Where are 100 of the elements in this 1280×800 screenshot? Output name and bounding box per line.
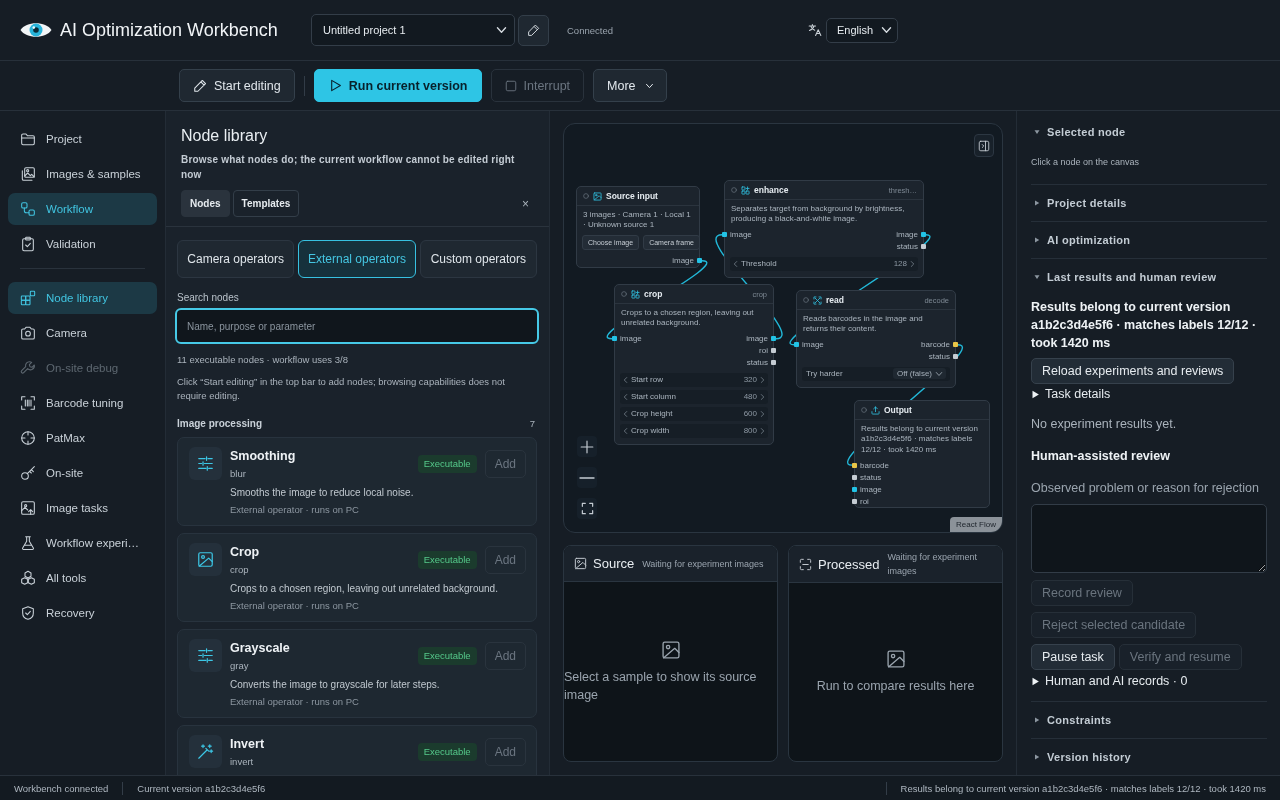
status-tag: Executable — [417, 551, 477, 569]
section-header[interactable]: AI optimization — [1031, 222, 1267, 258]
chevron-down-icon — [497, 27, 506, 33]
status-text: Results belong to current version a1b2c3d4e5f6 · matches labels 12/12 · took 1420 ms — [900, 782, 1266, 794]
caret-right-icon — [1034, 754, 1040, 760]
tab[interactable]: Nodes — [181, 190, 230, 217]
image-icon — [593, 191, 602, 201]
panel-title: Source — [593, 556, 635, 571]
category-tab[interactable]: Camera operators — [177, 240, 295, 278]
edit-button[interactable]: Start editing — [179, 69, 295, 102]
port-label: image — [672, 256, 694, 266]
node-meta: External operator · runs on PC — [230, 503, 360, 516]
caret-right-icon — [1034, 200, 1040, 206]
nav-item[interactable]: Node library — [8, 282, 157, 314]
caret-right-icon — [1034, 717, 1040, 723]
zoom-out-button[interactable] — [577, 467, 597, 488]
chevron-left-icon — [624, 410, 627, 417]
caret-down-icon — [1034, 129, 1040, 135]
field-label: Observed problem or reason for rejection — [1031, 480, 1260, 496]
crosshair-icon — [20, 430, 36, 446]
summary-text: 11 executable nodes · workflow uses 3/8 — [177, 354, 349, 366]
fit-view-button[interactable] — [577, 498, 597, 519]
parameter-label: Threshold — [741, 259, 777, 269]
section-header[interactable]: Version history — [1031, 739, 1267, 775]
node-description: Reads barcodes in the image and returns their content. — [802, 313, 924, 336]
port-label: image — [620, 334, 642, 344]
more-menu-button[interactable]: More — [593, 69, 667, 102]
node-title: enhance — [754, 185, 789, 195]
rename-button[interactable] — [518, 14, 549, 46]
scan-icon — [813, 295, 822, 305]
category-tab[interactable]: External operators — [298, 240, 416, 278]
port-label: status — [896, 242, 918, 252]
nav-item[interactable]: Workflow — [8, 193, 157, 225]
panel-toggle-button[interactable] — [974, 134, 994, 157]
nav-item[interactable]: Barcode tuning — [8, 387, 157, 419]
chevron-left-icon — [624, 376, 627, 383]
disclosure-toggle[interactable]: Human and AI records · 0 — [1031, 673, 1267, 689]
nav-item[interactable]: Image tasks — [8, 492, 157, 524]
zoom-in-button[interactable] — [577, 436, 597, 457]
node-title: read — [826, 295, 844, 305]
nav-item[interactable]: PatMax — [8, 422, 157, 454]
parameter-select[interactable]: Off (false) — [893, 368, 946, 380]
nav-item[interactable]: On-site — [8, 457, 157, 489]
nav-item[interactable]: Images & samples — [8, 158, 157, 190]
close-button[interactable]: × — [520, 196, 531, 211]
stop-icon — [504, 79, 517, 92]
port-label: image — [860, 484, 882, 494]
run-button[interactable]: Run current version — [313, 69, 482, 102]
nav-item[interactable]: Recovery — [8, 597, 157, 629]
parameter-value[interactable]: 480 — [743, 392, 757, 402]
group-count: 7 — [529, 418, 535, 429]
section-subtitle: Human-assisted review — [1031, 448, 1171, 464]
nav-item[interactable]: Validation — [8, 228, 157, 260]
status-ring-icon — [731, 187, 737, 193]
reload-button[interactable]: Reload experiments and reviews — [1031, 358, 1235, 384]
caret-right-icon — [1034, 237, 1040, 243]
nav-item[interactable]: All tools — [8, 562, 157, 594]
section-header[interactable]: Last results and human review — [1031, 259, 1267, 295]
parameter-value[interactable]: 320 — [743, 375, 757, 385]
parameter-value[interactable]: 800 — [743, 426, 757, 436]
nav-item[interactable]: Project — [8, 123, 157, 155]
section-header[interactable]: Constraints — [1031, 702, 1267, 738]
nav-item[interactable]: Camera — [8, 317, 157, 349]
node-description: Converts the image to grayscale for later steps. — [230, 678, 441, 691]
parameter-value[interactable]: 600 — [743, 409, 757, 419]
search-field[interactable]: Name, purpose or parameter — [175, 308, 539, 344]
port-label: image — [730, 230, 752, 240]
status-text: Current version a1b2c3d4e5f6 — [137, 782, 266, 794]
parameter-value[interactable]: 128 — [893, 259, 907, 269]
result-summary: Results belong to current version a1b2c3d4e5f6 · matches labels 12/12 · took 1420 ms — [1031, 299, 1258, 352]
empty-state-text: Run to compare results here — [816, 678, 975, 695]
group-title: Image processing — [177, 418, 263, 429]
section-header[interactable]: Selected node — [1031, 114, 1267, 150]
app-title: AI Optimization Workbench — [60, 19, 278, 41]
cubes-icon — [20, 570, 36, 586]
parameter-label: Start row — [631, 375, 663, 385]
status-tag: Executable — [417, 743, 477, 761]
nav-item[interactable]: Workflow experi… — [8, 527, 157, 559]
review-text-field[interactable] — [1031, 504, 1267, 573]
node-title: crop — [644, 289, 663, 299]
node-title: Output — [884, 405, 912, 415]
workflow-node[interactable]: Output Results belong to current version a1b2c3d4e5f6 · matches labels 12/12 · took 1420 ms barcode status image roi — [854, 400, 990, 509]
review-action-button[interactable]: Pause task — [1031, 644, 1115, 670]
project-select[interactable]: Untitled project 1 — [311, 14, 515, 46]
category-tab[interactable]: Custom operators — [419, 240, 537, 278]
attribution-link[interactable]: React Flow — [950, 517, 1002, 532]
status-text: Waiting for experiment images — [887, 551, 979, 578]
language-select[interactable]: English — [826, 17, 898, 43]
connection-status: Connected — [567, 24, 613, 36]
sliders-icon — [189, 639, 222, 672]
disclosure-toggle[interactable]: Task details — [1031, 386, 1267, 402]
node-title: Smoothing — [230, 448, 297, 464]
parameter-label: Crop width — [631, 426, 670, 436]
port-label: image — [802, 340, 824, 350]
section-header[interactable]: Project details — [1031, 185, 1267, 221]
chevron-right-icon — [761, 393, 764, 400]
tab[interactable]: Templates — [232, 190, 300, 217]
upload-icon — [871, 405, 880, 415]
panel-description: Browse what nodes do; the current workflow cannot be edited right now — [181, 153, 516, 182]
minus-icon — [580, 476, 594, 479]
